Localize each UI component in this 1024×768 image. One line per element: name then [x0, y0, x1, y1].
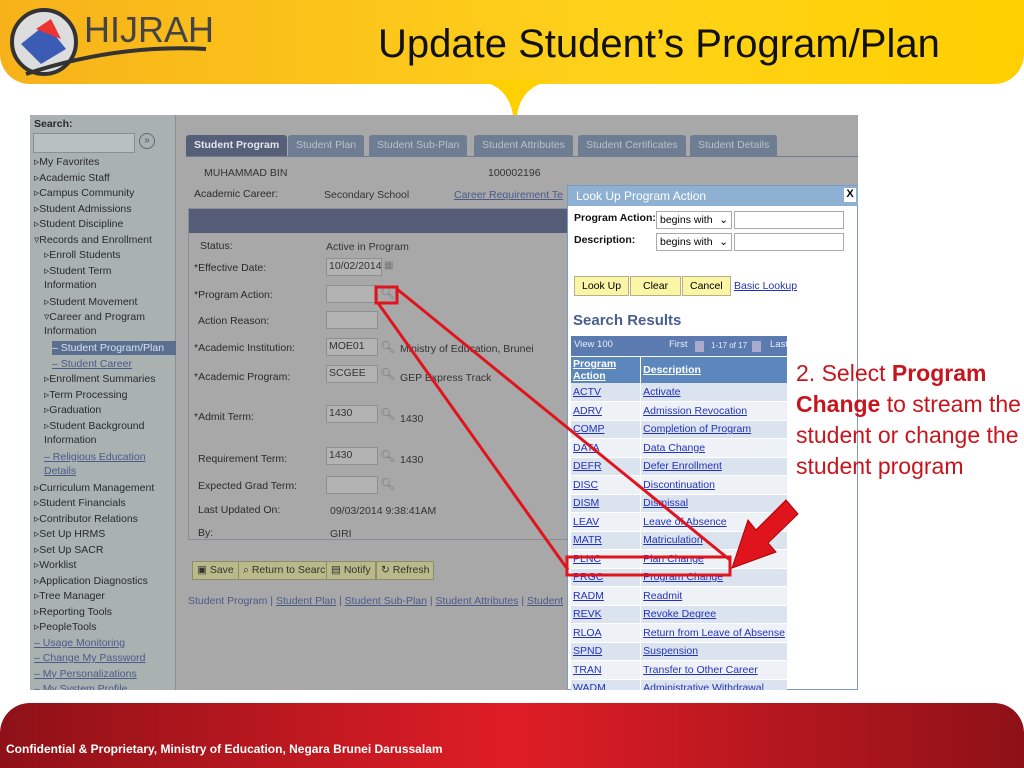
- slide-footer: [0, 703, 1024, 768]
- instruction-note: 2. Select Program Change to stream the s…: [796, 358, 1021, 482]
- prgc-highlight-box: [565, 555, 732, 577]
- pointer-line-2: [376, 302, 570, 571]
- note-prefix: 2. Select: [796, 360, 892, 386]
- pointer-line-1: [396, 287, 731, 562]
- big-arrow-icon: [731, 499, 799, 569]
- magnifier-highlight-box: [374, 285, 399, 305]
- footer-text: Confidential & Proprietary, Ministry of …: [6, 742, 443, 756]
